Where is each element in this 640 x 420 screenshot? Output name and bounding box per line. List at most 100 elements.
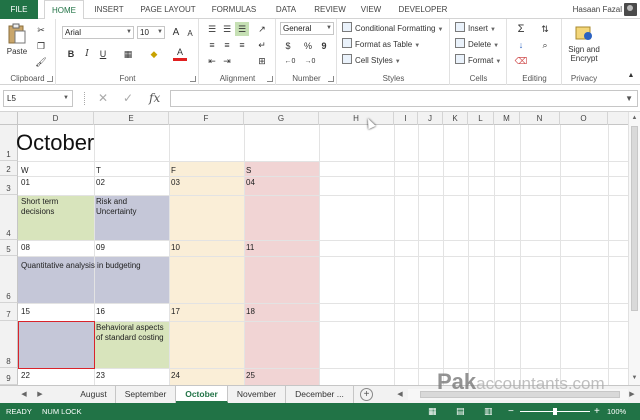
- column-header-i[interactable]: I: [394, 112, 418, 125]
- font-launcher-icon[interactable]: [190, 76, 196, 82]
- scroll-down-icon[interactable]: ▼: [629, 373, 640, 384]
- sign-encrypt-button[interactable]: Sign and Encrypt: [563, 23, 605, 63]
- column-header-e[interactable]: E: [94, 112, 169, 125]
- add-sheet-icon[interactable]: +: [360, 388, 373, 401]
- shrink-font-icon[interactable]: A: [183, 27, 197, 41]
- worksheet-grid[interactable]: 1 2 3 4 5 6 7 8 9 October W T F S 01 02 …: [0, 125, 628, 385]
- column-header-j[interactable]: J: [418, 112, 443, 125]
- row-header-7[interactable]: 7: [0, 303, 18, 321]
- tab-data[interactable]: DATA: [268, 0, 304, 19]
- tab-home[interactable]: HOME: [44, 0, 84, 20]
- scroll-up-icon[interactable]: ▲: [629, 113, 640, 124]
- normal-view-icon[interactable]: ▦: [428, 403, 437, 420]
- decrease-indent-icon[interactable]: ⇤: [205, 54, 219, 68]
- column-header-d[interactable]: D: [18, 112, 94, 125]
- font-color-button[interactable]: A: [173, 47, 187, 61]
- bold-button[interactable]: B: [64, 47, 78, 61]
- font-size-dropdown[interactable]: 10 ▼: [137, 26, 165, 39]
- borders-icon[interactable]: ▦: [121, 47, 135, 61]
- selected-cell-outline[interactable]: [18, 321, 95, 369]
- paste-button[interactable]: Paste: [4, 23, 30, 56]
- conditional-formatting-button[interactable]: Conditional Formatting ▼: [342, 22, 443, 36]
- column-header-f[interactable]: F: [169, 112, 244, 125]
- tab-file[interactable]: FILE: [0, 0, 38, 19]
- column-header-m[interactable]: M: [494, 112, 520, 125]
- align-left-icon[interactable]: ≡: [205, 38, 219, 52]
- insert-cells-button[interactable]: Insert ▼: [455, 22, 496, 36]
- align-top-icon[interactable]: ☰: [205, 22, 219, 36]
- page-break-view-icon[interactable]: ▥: [484, 403, 493, 420]
- zoom-slider-knob[interactable]: [553, 408, 557, 415]
- alignment-launcher-icon[interactable]: [267, 76, 273, 82]
- cell-styles-button[interactable]: Cell Styles ▼: [342, 54, 401, 68]
- tab-developer[interactable]: DEVELOPER: [392, 0, 454, 19]
- sort-filter-icon[interactable]: ⇅: [538, 22, 552, 36]
- increase-decimal-icon[interactable]: ←0: [283, 55, 297, 69]
- find-select-icon[interactable]: ⌕: [538, 38, 552, 52]
- align-middle-icon[interactable]: ☰: [220, 22, 234, 36]
- chevron-down-icon[interactable]: ▼: [625, 91, 633, 106]
- number-format-dropdown[interactable]: General ▼: [280, 22, 334, 35]
- sheet-tab-august[interactable]: August: [72, 386, 116, 403]
- tab-scroll-icon[interactable]: ◀: [394, 388, 406, 401]
- clipboard-launcher-icon[interactable]: [47, 76, 53, 82]
- row-header-8[interactable]: 8: [0, 321, 18, 368]
- number-launcher-icon[interactable]: [328, 76, 334, 82]
- sheet-tab-september[interactable]: September: [116, 386, 176, 403]
- cut-icon[interactable]: ✂: [34, 23, 48, 37]
- user-name[interactable]: Hasaan Fazal: [573, 0, 622, 19]
- merge-center-icon[interactable]: ⊞: [255, 54, 269, 68]
- enter-icon[interactable]: ✓: [123, 90, 133, 107]
- row-header-2[interactable]: 2: [0, 161, 18, 176]
- row-header-3[interactable]: 3: [0, 176, 18, 195]
- grow-font-icon[interactable]: A: [169, 26, 183, 40]
- row-header-6[interactable]: 6: [0, 256, 18, 303]
- scroll-right-icon[interactable]: ▶: [626, 388, 638, 401]
- increase-indent-icon[interactable]: ⇥: [220, 54, 234, 68]
- tab-formulas[interactable]: FORMULAS: [206, 0, 262, 19]
- tab-review[interactable]: REVIEW: [308, 0, 352, 19]
- wrap-text-icon[interactable]: ↵: [255, 38, 269, 52]
- row-header-4[interactable]: 4: [0, 195, 18, 240]
- column-header-l[interactable]: L: [468, 112, 494, 125]
- column-header-h[interactable]: H: [319, 112, 394, 125]
- decrease-decimal-icon[interactable]: →0: [303, 55, 317, 69]
- name-box[interactable]: L5 ▼: [3, 90, 73, 107]
- sheet-tab-november[interactable]: November: [228, 386, 286, 403]
- format-painter-icon[interactable]: 🖌: [34, 55, 48, 69]
- tab-page-layout[interactable]: PAGE LAYOUT: [136, 0, 200, 19]
- next-sheet-icon[interactable]: ▶: [34, 388, 46, 401]
- user-avatar-icon[interactable]: [624, 3, 637, 16]
- font-name-dropdown[interactable]: Arial ▼: [62, 26, 134, 39]
- zoom-out-icon[interactable]: −: [508, 403, 514, 420]
- orientation-icon[interactable]: ↗: [255, 22, 269, 36]
- vertical-scrollbar[interactable]: ▲ ▼: [628, 112, 640, 385]
- percent-button[interactable]: %: [301, 39, 315, 53]
- prev-sheet-icon[interactable]: ◀: [18, 388, 30, 401]
- cancel-icon[interactable]: ✕: [98, 90, 108, 107]
- zoom-level[interactable]: 100%: [607, 403, 626, 420]
- zoom-slider[interactable]: [520, 408, 590, 415]
- align-bottom-icon[interactable]: ☰: [235, 22, 249, 36]
- select-all-corner[interactable]: [0, 112, 18, 125]
- tab-insert[interactable]: INSERT: [88, 0, 130, 19]
- align-center-icon[interactable]: ≡: [220, 38, 234, 52]
- column-header-o[interactable]: O: [560, 112, 608, 125]
- insert-function-icon[interactable]: fx: [149, 90, 160, 107]
- vertical-scroll-thumb[interactable]: [631, 126, 638, 311]
- row-header-5[interactable]: 5: [0, 240, 18, 256]
- clear-icon[interactable]: ⌫: [514, 54, 528, 68]
- comma-style-button[interactable]: 9: [317, 39, 331, 53]
- autosum-icon[interactable]: Σ: [514, 22, 528, 36]
- delete-cells-button[interactable]: Delete ▼: [455, 38, 499, 52]
- fill-color-icon[interactable]: ◆: [147, 47, 161, 61]
- format-as-table-button[interactable]: Format as Table ▼: [342, 38, 420, 52]
- collapse-ribbon-icon[interactable]: ▲: [624, 69, 638, 83]
- currency-button[interactable]: $: [281, 39, 295, 53]
- zoom-in-icon[interactable]: +: [594, 403, 600, 420]
- format-cells-button[interactable]: Format ▼: [455, 54, 501, 68]
- underline-button[interactable]: U: [96, 47, 110, 61]
- column-header-n[interactable]: N: [520, 112, 560, 125]
- tab-view[interactable]: VIEW: [356, 0, 386, 19]
- copy-icon[interactable]: ❐: [34, 39, 48, 53]
